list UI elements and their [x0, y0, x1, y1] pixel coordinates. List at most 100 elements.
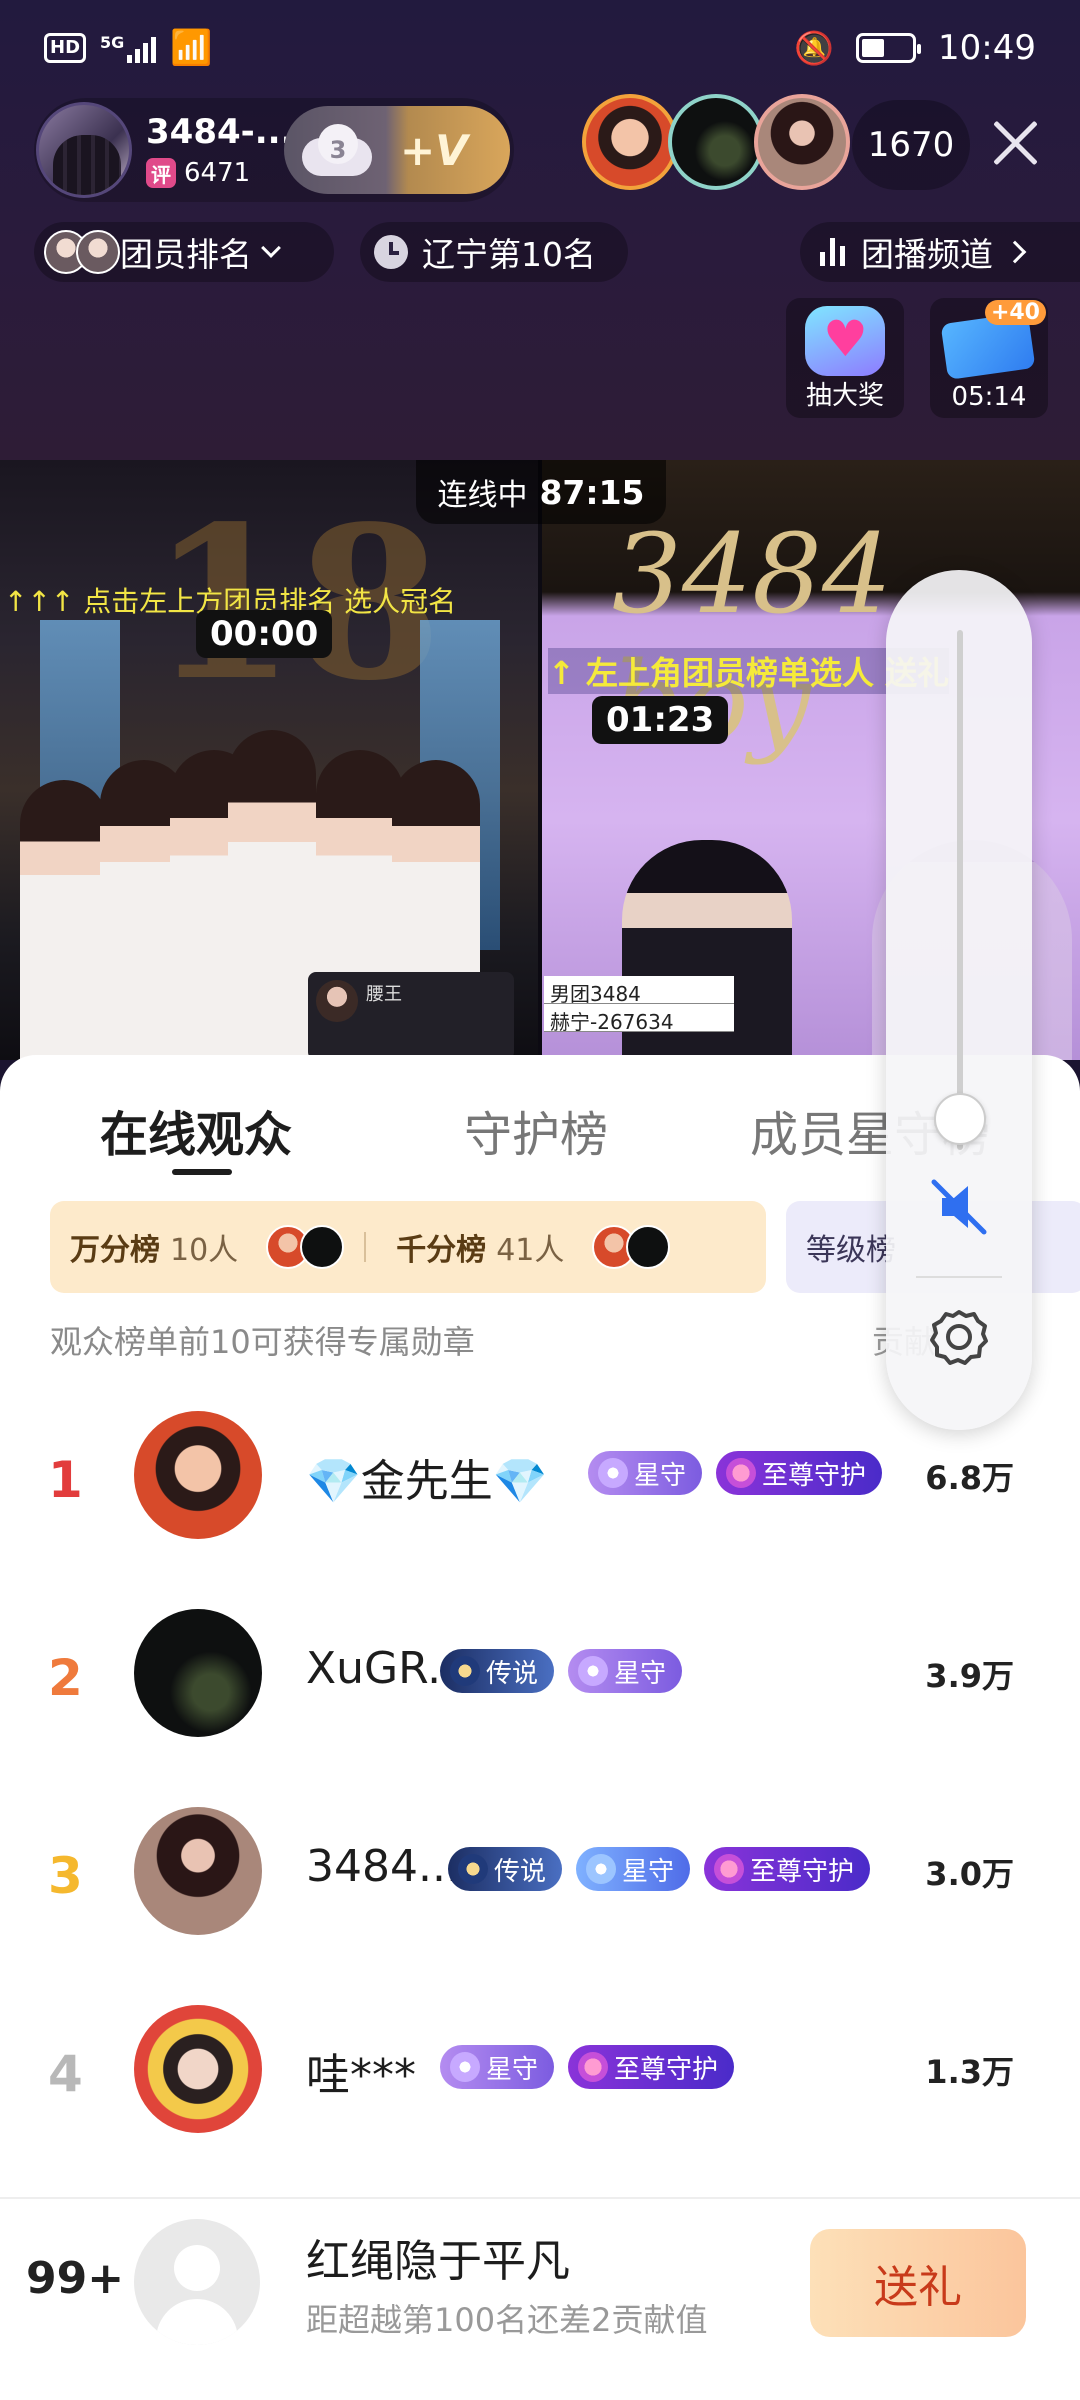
bonus-badge: +40 [984, 300, 1046, 325]
member-ranking-label: 团员排名 [120, 235, 252, 274]
volume-slider-track[interactable] [957, 630, 963, 1150]
badge-icon [726, 1458, 757, 1488]
rank-number: 3 [48, 1847, 83, 1905]
qian-board-button[interactable]: 千分榜 41人 [376, 1225, 680, 1269]
member-ranking-button[interactable]: 团员排名 [34, 222, 334, 282]
clock-icon [374, 235, 408, 269]
my-rank-gap: 距超越第100名还差2贡献值 [306, 2301, 708, 2339]
badge-label: 星守 [622, 1856, 675, 1887]
plus-v-label: +V [400, 125, 468, 175]
score-boards: 万分榜 10人 千分榜 41人 [50, 1201, 766, 1293]
anchor-info-card[interactable]: 3484-... 评 6471 3 +V [34, 98, 514, 202]
wifi-icon: 📶 [170, 28, 213, 68]
contribution-score: 6.8万 [925, 1459, 1014, 1497]
qian-board-label: 千分榜 [396, 1233, 487, 1268]
rating-tag: 评 [146, 158, 176, 188]
send-gift-button[interactable]: 送礼 [810, 2229, 1026, 2337]
badge-label: 星守 [614, 1658, 667, 1689]
popularity-task-button[interactable]: +40 05:14 [930, 298, 1048, 418]
ranking-row[interactable]: 3 3484... 传说 星守 至尊守护 3.0万 [0, 1807, 1080, 1937]
connect-label: 连线中 [437, 478, 528, 513]
lottery-label: 抽大奖 [805, 381, 884, 411]
lottery-heart-icon [805, 306, 885, 376]
wan-board-button[interactable]: 万分榜 10人 [50, 1225, 354, 1269]
user-name: 💎金先生💎 [306, 1456, 548, 1507]
guest-avatar [316, 980, 358, 1022]
fanclub-count: 3 [329, 136, 347, 164]
group-channel-button[interactable]: 团播频道 [800, 222, 1080, 282]
score-table: 男团3484 赫宁-267634 [544, 976, 734, 1032]
divider [916, 1276, 1002, 1278]
anchor-avatar[interactable] [36, 102, 132, 198]
wan-board-count: 10人 [170, 1233, 239, 1268]
ranking-row[interactable]: 1 💎金先生💎 星守 至尊守护 6.8万 [0, 1411, 1080, 1541]
viewer-avatar[interactable] [582, 94, 678, 190]
viewer-avatar[interactable] [668, 94, 764, 190]
performer [228, 730, 316, 1060]
viewer-avatar[interactable] [754, 94, 850, 190]
wan-board-label: 万分榜 [70, 1233, 160, 1268]
badge-icon [578, 2052, 609, 2082]
volume-panel [886, 570, 1032, 1430]
badge-label: 传说 [494, 1856, 547, 1887]
ranking-row[interactable]: 2 XuGR. 传说 星守 3.9万 [0, 1609, 1080, 1739]
region-rank-chip[interactable]: 辽宁第10名 [360, 222, 628, 282]
user-badge: 星守 [568, 1649, 683, 1693]
my-name: 红绳隐于平凡 [306, 2236, 570, 2287]
contribution-score: 3.0万 [925, 1855, 1014, 1893]
badge-icon [586, 1854, 617, 1884]
my-avatar[interactable] [134, 2219, 260, 2345]
badge-icon [578, 1656, 609, 1686]
board-avatar [626, 1225, 671, 1269]
bar-chart-icon [820, 238, 845, 266]
badge-label: 星守 [634, 1460, 687, 1491]
user-avatar[interactable] [134, 1411, 262, 1539]
battery-icon [856, 33, 922, 63]
live-header: HD 5G 📶 🔕 10:49 3484-... 评 6471 3 +V 167… [0, 0, 1080, 460]
top-viewers[interactable] [582, 94, 850, 190]
speaker-muted-icon[interactable] [922, 1170, 996, 1244]
badge-icon [598, 1458, 628, 1488]
online-count[interactable]: 1670 [852, 100, 970, 190]
region-rank-label: 辽宁第10名 [422, 235, 596, 274]
performer [20, 780, 108, 1060]
user-badges: 星守 至尊守护 [440, 2045, 735, 2089]
user-avatar[interactable] [134, 1609, 262, 1737]
badge-icon [458, 1854, 488, 1884]
volume-slider-thumb[interactable] [934, 1092, 986, 1145]
contribution-score: 1.3万 [925, 2053, 1014, 2091]
user-badge: 至尊守护 [568, 2045, 735, 2089]
network-type: 5G [100, 33, 125, 52]
ranking-row[interactable]: 4 哇*** 星守 至尊守护 1.3万 [0, 2005, 1080, 2135]
user-name: XuGR. [306, 1643, 442, 1694]
rank-number: 2 [48, 1649, 83, 1707]
ranking-hint: 观众榜单前10可获得专属勋章 [50, 1323, 475, 1361]
video-left-stream[interactable]: 18 ↑↑↑ 点击左上方团员排名 选人冠名 00:00 腰王 [0, 460, 538, 1060]
badge-label: 至尊守护 [614, 2054, 719, 2085]
close-icon[interactable] [985, 112, 1045, 172]
badge-label: 至尊守护 [750, 1856, 855, 1887]
join-fanclub-button[interactable]: 3 +V [284, 106, 510, 194]
right-timer: 01:23 [592, 696, 729, 744]
left-timer: 00:00 [196, 610, 333, 658]
status-bar: HD 5G 📶 🔕 10:49 [0, 0, 1080, 96]
connect-time: 87:15 [539, 472, 645, 512]
my-ranking-bar: 99+ 红绳隐于平凡 距超越第100名还差2贡献值 送礼 [0, 2197, 1080, 2400]
user-name: 哇*** [306, 2050, 416, 2101]
group-channel-label: 团播频道 [861, 235, 993, 274]
tab-guard-ranking[interactable]: 守护榜 [464, 1095, 608, 1165]
user-avatar[interactable] [134, 1807, 262, 1935]
gear-icon[interactable] [922, 1300, 996, 1374]
user-badge: 星守 [588, 1451, 703, 1495]
lottery-button[interactable]: 抽大奖 [786, 298, 904, 418]
chevron-down-icon [261, 238, 281, 258]
guest-name: 腰王 [366, 984, 402, 1005]
user-avatar[interactable] [134, 2005, 262, 2133]
tab-online-audience[interactable]: 在线观众 [100, 1095, 292, 1165]
user-name: 3484... [306, 1841, 460, 1892]
user-badges: 星守 至尊守护 [588, 1451, 883, 1495]
clock-time: 10:49 [938, 28, 1036, 68]
user-badge: 传说 [440, 1649, 555, 1693]
guest-mini-window[interactable]: 腰王 [308, 972, 514, 1060]
cloud-icon: 3 [296, 120, 380, 180]
